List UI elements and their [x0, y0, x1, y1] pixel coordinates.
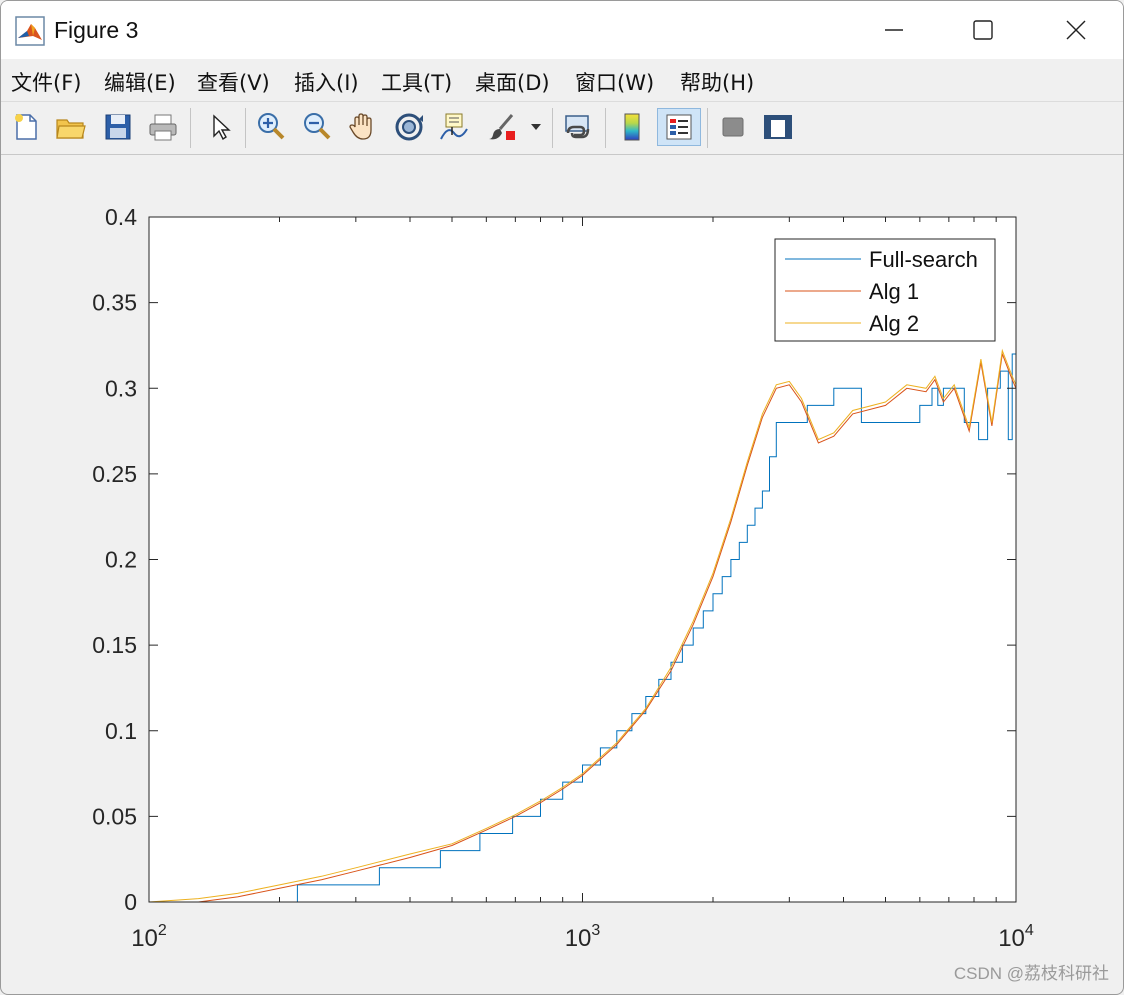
legend-label-2: Alg 2: [869, 311, 919, 336]
y-tick-label: 0.3: [105, 375, 137, 401]
x-tick-label: 102: [131, 922, 167, 952]
legend-label-1: Alg 1: [869, 279, 919, 304]
legend-label-0: Full-search: [869, 247, 978, 272]
figure-window: Figure 3 文件(F) 编辑(E) 查看(V) 插入(I) 工具(T) 桌…: [0, 0, 1124, 995]
watermark-text: CSDN @荔枝科研社: [953, 964, 1109, 983]
y-tick-label: 0.25: [92, 461, 137, 487]
y-tick-label: 0: [124, 889, 137, 915]
y-tick-label: 0.15: [92, 632, 137, 658]
plot-area[interactable]: 0 0.05 0.1 0.15 0.2 0.25 0.3 0.35 0.4 102 103 104 Fu…: [1, 1, 1123, 994]
y-tick-label: 0.2: [105, 547, 137, 573]
y-tick-label: 0.05: [92, 803, 137, 829]
x-tick-label: 104: [998, 922, 1034, 952]
y-tick-label: 0.35: [92, 290, 137, 316]
x-tick-label: 103: [565, 922, 601, 952]
y-tick-label: 0.4: [105, 204, 137, 230]
y-tick-label: 0.1: [105, 718, 137, 744]
